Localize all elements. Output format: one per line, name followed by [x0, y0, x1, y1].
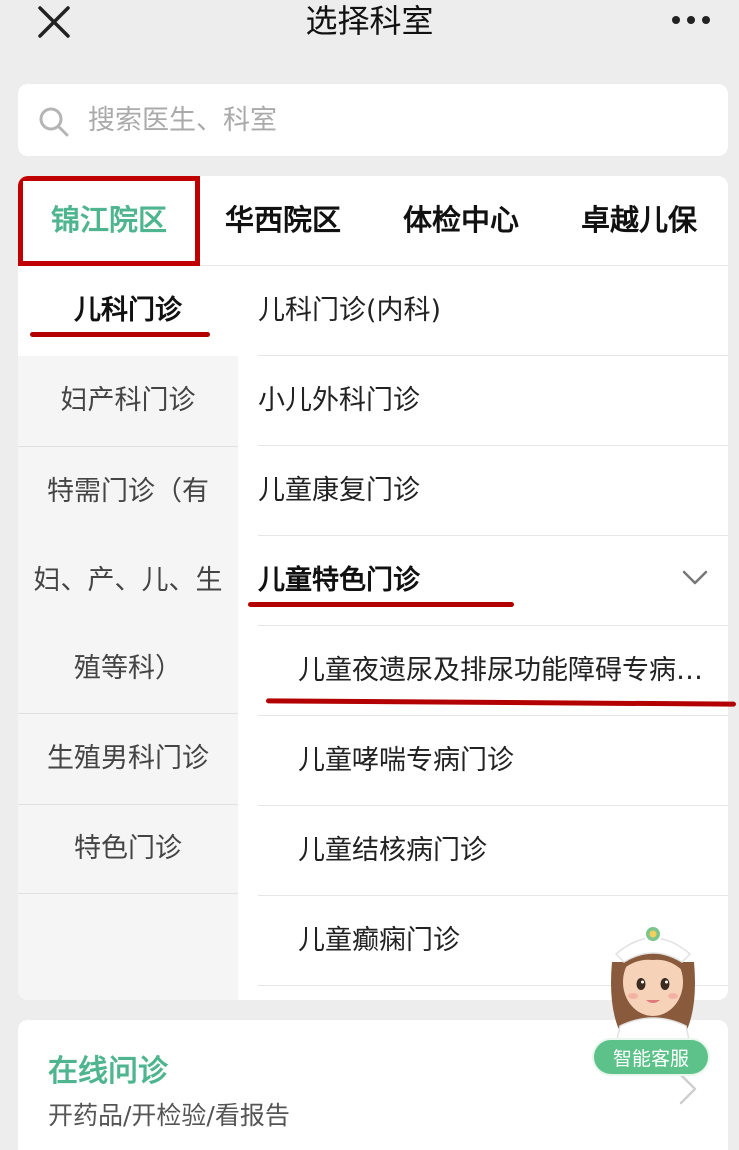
category-specialty[interactable]: 特色门诊 — [18, 805, 238, 893]
divider — [18, 893, 238, 894]
tab-excellent-child-care[interactable]: 卓越儿保 — [564, 176, 714, 266]
department-item[interactable]: 儿童哮喘专病门诊 — [258, 716, 728, 806]
category-label-line: 特需门诊（有 — [47, 476, 209, 507]
category-label: 儿科门诊 — [74, 295, 182, 326]
department-item[interactable]: 小儿外科门诊 — [258, 356, 728, 446]
department-group[interactable]: 儿童特色门诊 — [258, 536, 728, 626]
department-card: 锦江院区 华西院区 体检中心 卓越儿保 儿科门诊 妇产科门诊 特需门诊（有 妇、… — [18, 176, 728, 1000]
category-obstetrics[interactable]: 妇产科门诊 — [18, 356, 238, 446]
online-consultation-subtitle: 开药品/开检验/看报告 — [48, 1101, 290, 1130]
category-reproductive-andrology[interactable]: 生殖男科门诊 — [18, 714, 238, 804]
top-bar: 选择科室 — [0, 0, 739, 62]
department-label: 儿科门诊(内科) — [258, 295, 442, 326]
category-label: 妇产科门诊 — [60, 385, 196, 416]
category-label: 生殖男科门诊 — [47, 743, 209, 774]
department-item[interactable]: 儿童康复门诊 — [258, 446, 728, 536]
search-input[interactable] — [88, 98, 708, 142]
category-label-line: 妇、产、儿、生 — [33, 565, 223, 596]
chevron-right-icon — [679, 1073, 697, 1105]
category-special-needs[interactable]: 特需门诊（有 妇、产、儿、生 殖等科） — [18, 447, 238, 713]
nurse-avatar-icon — [611, 925, 695, 1044]
department-label: 小儿外科门诊 — [258, 385, 420, 416]
campus-tabs: 锦江院区 华西院区 体检中心 卓越儿保 — [18, 176, 728, 266]
department-label: 儿童结核病门诊 — [298, 835, 487, 866]
annotation-underline — [248, 602, 514, 607]
department-label: 儿童哮喘专病门诊 — [298, 745, 514, 776]
tab-huaxi[interactable]: 华西院区 — [208, 176, 358, 266]
online-consultation-title: 在线问诊 — [48, 1054, 168, 1089]
department-label: 儿童夜遗尿及排尿功能障碍专病… — [298, 655, 703, 686]
tab-checkup-center[interactable]: 体检中心 — [386, 176, 536, 266]
more-icon[interactable] — [671, 14, 711, 26]
department-item[interactable]: 儿科门诊(内科) — [258, 266, 728, 356]
search-icon — [39, 107, 69, 137]
department-item[interactable]: 儿童结核病门诊 — [258, 806, 728, 896]
chevron-down-icon — [682, 570, 708, 585]
department-label: 儿童癫痫门诊 — [298, 925, 460, 956]
tab-jinjiang[interactable]: 锦江院区 — [18, 176, 200, 266]
page-title: 选择科室 — [305, 2, 434, 40]
department-group-label: 儿童特色门诊 — [258, 565, 420, 596]
search-bar[interactable] — [18, 84, 728, 156]
category-pediatrics[interactable]: 儿科门诊 — [18, 266, 238, 356]
annotation-underline — [30, 332, 210, 337]
category-label-line: 殖等科） — [74, 653, 182, 684]
category-list: 儿科门诊 妇产科门诊 特需门诊（有 妇、产、儿、生 殖等科） 生殖男科门诊 特色… — [18, 266, 238, 1000]
department-label: 儿童康复门诊 — [258, 475, 420, 506]
assistant-label: 智能客服 — [592, 1038, 710, 1076]
smart-assistant-button[interactable]: 智能客服 — [590, 914, 716, 1076]
category-label: 特色门诊 — [74, 833, 182, 864]
